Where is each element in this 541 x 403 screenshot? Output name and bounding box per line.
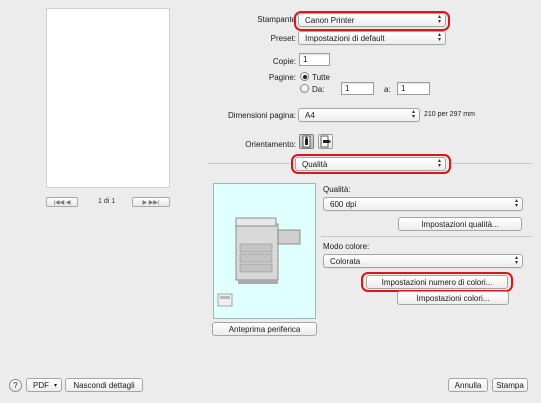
panel-select-value: Qualità: [302, 159, 328, 169]
landscape-icon: [320, 135, 331, 148]
orientation-label: Orientamento:: [245, 140, 296, 149]
quality-settings-button[interactable]: Impostazioni qualità...: [398, 217, 522, 231]
device-preview-button[interactable]: Anteprima periferica: [212, 322, 317, 336]
paper-size-label: Dimensioni pagina:: [227, 111, 296, 120]
printer-label: Stampante: [257, 15, 296, 24]
color-mode-select-value: Colorata: [330, 256, 361, 266]
copies-field[interactable]: 1: [299, 53, 330, 66]
printer-device-icon: [217, 217, 301, 307]
updown-arrows-icon: ▴ ▾: [411, 109, 415, 120]
help-button[interactable]: ?: [9, 379, 22, 392]
pdf-menu-button[interactable]: PDF ▾: [26, 378, 62, 392]
paper-size-dims: 210 per 297 mm: [424, 111, 475, 118]
pages-from-label: Da:: [312, 85, 325, 94]
device-preview-image: [213, 183, 316, 319]
printer-select[interactable]: Canon Printer ▴ ▾: [298, 13, 446, 27]
portrait-orientation-button[interactable]: [299, 134, 314, 149]
next-last-page-button[interactable]: ▶ ▶▶|: [132, 197, 170, 207]
updown-arrows-icon: ▴ ▾: [514, 198, 518, 209]
color-mode-select[interactable]: Colorata ▴ ▾: [323, 254, 523, 268]
pages-to-label: a:: [384, 85, 391, 94]
divider-left: [208, 163, 293, 164]
first-page-icon: |◀◀: [53, 199, 65, 206]
last-page-icon: ▶▶|: [148, 199, 160, 206]
paper-size-select[interactable]: A4 ▴ ▾: [298, 108, 420, 122]
pdf-label: PDF: [33, 380, 49, 390]
pages-range-radio[interactable]: [300, 84, 309, 93]
dropdown-arrow-icon: ▾: [54, 382, 58, 389]
num-colors-settings-button[interactable]: Impostazioni numero di colori...: [366, 275, 508, 289]
pages-all-label: Tutte: [312, 73, 330, 82]
color-settings-button[interactable]: Impostazioni colori...: [397, 291, 509, 305]
color-mode-label: Modo colore:: [323, 242, 370, 251]
quality-select[interactable]: 600 dpi ▴ ▾: [323, 197, 523, 211]
preset-label: Preset:: [270, 34, 296, 43]
cancel-button[interactable]: Annulla: [448, 378, 488, 392]
quality-select-value: 600 dpi: [330, 199, 357, 209]
copies-label: Copie:: [272, 57, 296, 66]
panel-select[interactable]: Qualità ▴ ▾: [295, 157, 446, 171]
print-preview-page: [46, 8, 170, 188]
preview-page-label: 1 di 1: [98, 198, 116, 205]
updown-arrows-icon: ▴ ▾: [437, 32, 441, 43]
printer-select-value: Canon Printer: [305, 15, 355, 25]
section-divider: [321, 236, 532, 237]
landscape-orientation-button[interactable]: [318, 134, 333, 149]
preset-select[interactable]: Impostazioni di default ▴ ▾: [298, 31, 446, 45]
quality-label: Qualità:: [323, 185, 351, 194]
updown-arrows-icon: ▴ ▾: [437, 14, 441, 25]
portrait-icon: [302, 135, 311, 148]
updown-arrows-icon: ▴ ▾: [437, 158, 441, 169]
first-prev-page-button[interactable]: |◀◀ ◀: [46, 197, 78, 207]
pages-from-field[interactable]: 1: [341, 82, 374, 95]
pages-label: Pagine:: [268, 73, 296, 82]
prev-page-icon: ◀: [65, 199, 71, 206]
updown-arrows-icon: ▴ ▾: [514, 255, 518, 266]
hide-details-button[interactable]: Nascondi dettagli: [65, 378, 143, 392]
preset-select-value: Impostazioni di default: [305, 33, 385, 43]
pages-all-radio[interactable]: [300, 72, 309, 81]
next-page-icon: ▶: [142, 199, 148, 206]
paper-size-select-value: A4: [305, 110, 315, 120]
print-button[interactable]: Stampa: [492, 378, 528, 392]
divider-right: [449, 163, 532, 164]
pages-to-field[interactable]: 1: [397, 82, 430, 95]
